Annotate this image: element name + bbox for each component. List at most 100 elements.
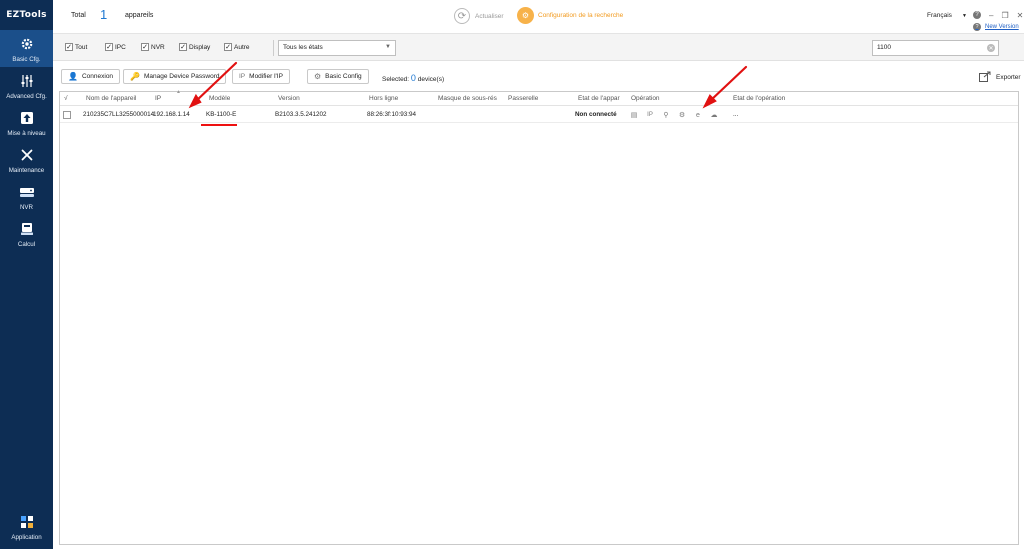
sidebar-item-nvr[interactable]: NVR [0,178,53,215]
column-name[interactable]: Nom de l'appareil [86,95,136,102]
apps-icon [18,513,36,531]
ip-icon[interactable]: IP [645,110,655,120]
device-table: √ Nom de l'appareil IP ▲ Modèle Version … [59,89,1019,545]
filter-checkbox-autre[interactable]: ✓ Autre [224,43,250,51]
connect-label: Connexion [81,73,114,80]
table-row[interactable]: 210235C7LL3255000014 192.168.1.14 KB-110… [60,107,1018,123]
info-icon: ? [973,23,981,31]
cell-op-state: ... [733,111,739,118]
sort-asc-icon: ▲ [176,89,181,95]
total-label: Total [71,12,86,19]
model-underline [201,124,237,126]
cloud-icon[interactable]: ☁ [709,110,719,120]
search-input[interactable]: 1100 ✕ [872,40,999,56]
new-version-link[interactable]: ? New Version [973,23,1019,31]
checkbox-checked-icon: ✓ [65,43,73,51]
sidebar: EZTools Basic Cfg. Advanced Cfg. Mise à … [0,0,53,549]
divider [273,40,274,56]
calculator-icon [18,220,36,238]
sidebar-item-upgrade[interactable]: Mise à niveau [0,104,53,141]
status-select[interactable]: Tous les états ▼ [278,40,396,56]
sidebar-item-basic-cfg[interactable]: Basic Cfg. [0,30,53,67]
clear-icon[interactable]: ✕ [987,44,995,52]
filter-label: Tout [75,43,88,51]
refresh-icon: ⟳ [454,8,470,24]
gear-icon [18,35,36,53]
sidebar-item-calcul[interactable]: Calcul [0,215,53,252]
selected-suffix: device(s) [417,76,445,83]
close-icon[interactable]: ✕ [1017,11,1024,20]
filter-label: IPC [115,43,126,51]
selected-number: 0 [410,73,416,83]
nvr-icon [18,183,36,201]
modify-ip-label: Modifier l'IP [249,73,283,80]
checkbox-checked-icon: ✓ [105,43,113,51]
filter-bar: ✓ Tout ✓ IPC ✓ NVR ✓ Display ✓ Autre Tou… [53,34,1024,61]
language-value: Français [927,12,952,19]
manage-password-button[interactable]: 🔑 Manage Device Password [123,69,227,84]
filter-checkbox-display[interactable]: ✓ Display [179,43,210,51]
cell-status: Non connecté [575,111,617,118]
window-controls: ? – ❐ ✕ [973,11,1023,20]
sliders-icon [18,72,36,90]
table-header: √ Nom de l'appareil IP ▲ Modèle Version … [60,89,1018,106]
operation-icons: ▤ IP ⚲ ⚙ e ☁ [629,110,719,120]
export-icon [979,71,991,84]
filter-label: Display [189,43,211,51]
status-select-value: Tous les états [283,44,323,51]
ip-icon: IP [239,73,246,80]
checkbox-checked-icon: ✓ [224,43,232,51]
key-icon: 🔑 [130,72,140,81]
help-icon[interactable]: ? [973,11,981,19]
export-label: Exporter [996,74,1021,81]
filter-checkbox-tout[interactable]: ✓ Tout [65,43,87,51]
search-config-icon: ⚙ [517,7,534,24]
sidebar-item-advanced-cfg[interactable]: Advanced Cfg. [0,67,53,104]
filter-checkbox-ipc[interactable]: ✓ IPC [105,43,126,51]
tools-icon [18,146,36,164]
search-config-label: Configuration de la recherche [538,12,624,19]
language-select[interactable]: Français ▼ [927,12,967,19]
column-version[interactable]: Version [278,95,300,102]
gear-icon[interactable]: ⚙ [677,110,687,120]
checkbox-checked-icon: ✓ [179,43,187,51]
row-checkbox[interactable] [63,111,71,119]
sidebar-item-label: Advanced Cfg. [6,92,47,100]
column-model[interactable]: Modèle [209,95,230,102]
sidebar-item-label: Mise à niveau [7,129,46,137]
filter-checkbox-nvr[interactable]: ✓ NVR [141,43,165,51]
modify-ip-button[interactable]: IP Modifier l'IP [232,69,290,84]
key-icon[interactable]: ⚲ [661,110,671,120]
minimize-icon[interactable]: – [989,11,993,20]
sidebar-item-maintenance[interactable]: Maintenance [0,141,53,178]
basic-config-button[interactable]: ⚙ Basic Config [307,69,369,84]
total-unit: appareils [125,12,154,19]
search-value: 1100 [877,44,891,51]
column-ip[interactable]: IP [155,95,161,102]
column-operation[interactable]: Opération [631,95,660,102]
sidebar-item-label: Calcul [17,240,36,248]
cell-offline: 88:26:3f:10:93:94 [367,111,417,118]
column-mask[interactable]: Masque de sous-rés [438,95,504,102]
app-logo: EZTools [6,10,47,20]
search-config-button[interactable]: ⚙ Configuration de la recherche [517,7,623,24]
refresh-button[interactable]: ⟳ Actualiser [454,8,504,24]
restore-icon[interactable]: ❐ [1001,11,1008,20]
upgrade-icon [18,109,36,127]
column-offline[interactable]: Hors ligne [369,95,398,102]
document-icon[interactable]: ▤ [629,110,639,120]
column-status[interactable]: État de l'appar [578,95,626,102]
basic-config-label: Basic Config [325,73,362,80]
selected-prefix: Selected: [382,76,410,83]
browser-icon[interactable]: e [693,110,703,120]
export-button[interactable]: Exporter [979,71,1021,84]
column-select[interactable]: √ [64,95,68,102]
column-gateway[interactable]: Passerelle [508,95,538,102]
sidebar-item-application[interactable]: Application [0,508,53,545]
cell-ip: 192.168.1.14 [153,111,190,118]
manage-password-label: Manage Device Password [143,73,220,80]
total-count: 1 [100,7,108,22]
cell-model: KB-1100-E [206,111,237,118]
connect-button[interactable]: 👤 Connexion [61,69,121,84]
column-op-state[interactable]: État de l'opération [733,95,785,102]
